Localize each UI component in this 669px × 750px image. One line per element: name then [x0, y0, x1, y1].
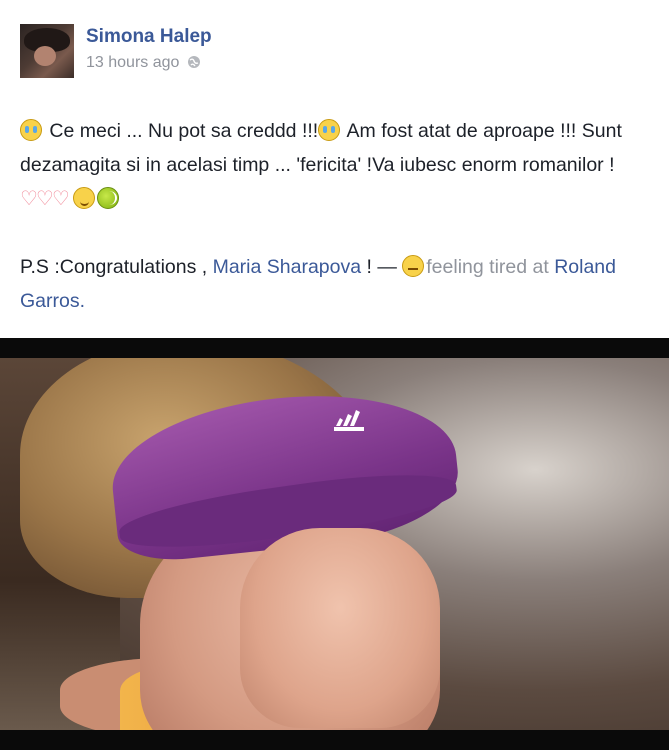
relieved-face-icon [73, 187, 96, 209]
hands [240, 528, 440, 728]
ps-prefix: P.S :Congratulations , [20, 256, 213, 278]
author-avatar[interactable] [20, 24, 74, 78]
location-suffix: . [79, 290, 86, 312]
post-meta: 13 hours ago [86, 54, 201, 72]
photo-image[interactable] [0, 358, 669, 730]
tagged-person-link[interactable]: Maria Sharapova [213, 256, 362, 278]
heart-icons: ♡♡♡ [20, 188, 70, 210]
tired-face-icon [402, 255, 425, 277]
post-header: Simona Halep 13 hours ago [20, 22, 640, 80]
crying-face-icon [20, 119, 42, 141]
message-text-part1: Ce meci ... Nu pot sa creddd !!! [44, 120, 319, 142]
facebook-post: Simona Halep 13 hours ago Ce meci ... Nu… [0, 0, 669, 750]
post-message: Ce meci ... Nu pot sa creddd !!! Am fost… [20, 114, 655, 318]
message-paragraph: Ce meci ... Nu pot sa creddd !!! Am fost… [20, 114, 655, 216]
crying-face-icon [318, 119, 341, 141]
author-name[interactable]: Simona Halep [86, 26, 212, 48]
ps-suffix: ! — [361, 256, 403, 278]
tennis-ball-icon [97, 187, 120, 209]
post-photo[interactable] [0, 338, 669, 750]
globe-icon[interactable] [187, 55, 201, 69]
ps-paragraph: P.S :Congratulations , Maria Sharapova !… [20, 250, 655, 318]
adidas-logo-icon [330, 404, 370, 434]
feeling-text: feeling tired at [426, 256, 549, 278]
timestamp[interactable]: 13 hours ago [86, 54, 179, 71]
